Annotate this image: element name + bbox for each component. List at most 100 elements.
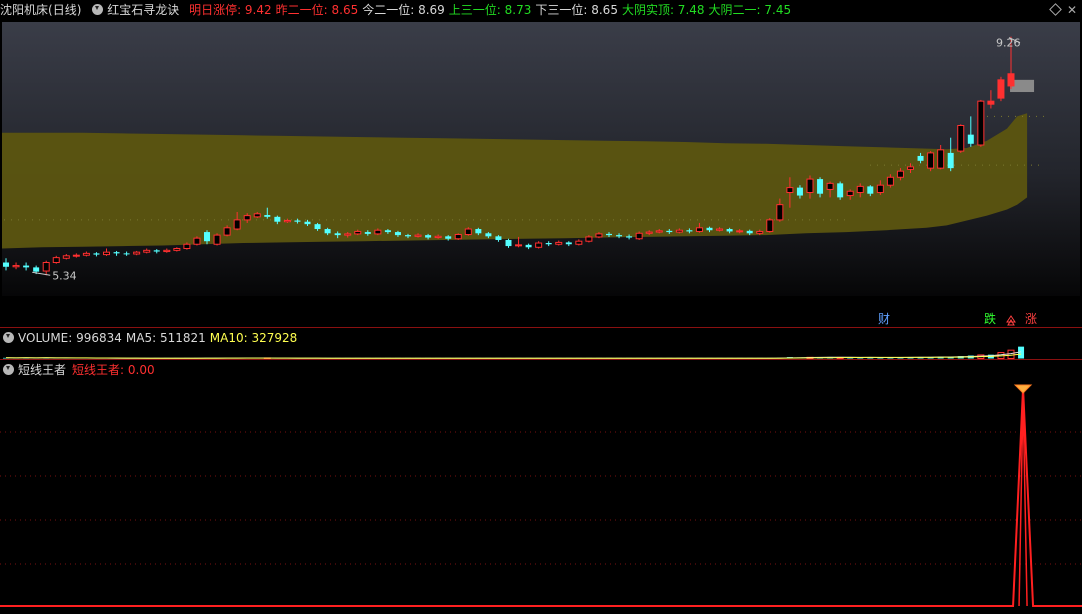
candle-body: [515, 244, 523, 247]
price-field-0: 明日涨停: 9.42: [189, 3, 272, 17]
candle-body: [12, 265, 20, 268]
candlestick-chart: 9.26 5.34 财 跌 涨: [2, 22, 1080, 326]
candle-body: [977, 100, 985, 146]
candle-body: [82, 252, 90, 256]
candle-body: [324, 229, 331, 234]
volume-field-2: MA10: 327928: [209, 331, 298, 345]
candle-body: [344, 233, 352, 236]
candle-body: [52, 257, 60, 264]
indicator-dropdown-icon[interactable]: [3, 364, 14, 375]
price-pane[interactable]: 沈阳机床(日线) 红宝石寻龙诀 明日涨停: 9.42 昨二一位: 8.65 今二一位…: [0, 0, 1082, 328]
candle-body: [525, 244, 532, 248]
candle-body: [766, 219, 774, 232]
candle-body: [535, 242, 543, 248]
indicator-name: 短线王者: [18, 363, 67, 377]
candle-body: [505, 239, 512, 247]
candle-body: [565, 242, 572, 245]
candle-body: [334, 233, 341, 236]
candle-body: [856, 185, 864, 193]
candle-body: [354, 230, 362, 235]
peak-marker-icon: [1013, 384, 1033, 394]
candle-body: [405, 235, 411, 237]
candle-body: [806, 178, 814, 193]
indicator-line: [0, 387, 1082, 607]
candle-body: [756, 230, 764, 234]
volume-pane[interactable]: VOLUME: 996834 MA5: 511821 MA10: 327928: [0, 328, 1082, 360]
candle-body: [103, 251, 110, 256]
candle-body: [434, 235, 442, 239]
indicator-field-0: 短线王者: 0.00: [72, 363, 155, 377]
candle-body: [113, 252, 120, 254]
candle-body: [786, 187, 794, 193]
candle-body: [655, 230, 663, 233]
candle-body: [294, 220, 301, 222]
price-field-1: 昨二一位: 8.65: [275, 3, 359, 17]
candle-body: [675, 229, 683, 233]
candle-body: [394, 232, 401, 236]
candle-body: [163, 249, 171, 253]
candle-body: [93, 253, 100, 255]
candle-body: [1007, 73, 1015, 87]
price-field-2: 今二一位: 8.69: [362, 3, 445, 17]
candle-body: [826, 182, 834, 190]
volume-field-0: VOLUME: 996834: [18, 331, 122, 345]
candle-body: [645, 231, 653, 234]
marker-2: 涨: [1025, 311, 1037, 326]
candle-body: [726, 229, 733, 232]
low-label: 5.34: [52, 269, 76, 282]
candle-body: [817, 179, 824, 194]
candle-body: [213, 234, 221, 245]
candle-body: [123, 253, 130, 255]
candle-body: [997, 79, 1005, 99]
marker-0: 财: [878, 312, 890, 326]
candle-body: [937, 149, 945, 169]
candle-body: [896, 170, 904, 178]
candle-body: [223, 227, 231, 236]
candle-body: [475, 229, 482, 234]
candle-body: [274, 216, 281, 222]
candle-body: [575, 240, 583, 245]
price-header: 沈阳机床(日线) 红宝石寻龙诀 明日涨停: 9.42 昨二一位: 8.65 今二一位…: [0, 0, 799, 20]
candle-body: [3, 262, 9, 267]
candle-body: [445, 236, 452, 239]
candle-body: [876, 184, 884, 193]
candle-body: [595, 233, 603, 238]
candle-body: [425, 235, 432, 238]
candle-body: [264, 215, 271, 217]
candle-body: [42, 262, 50, 272]
candle-body: [666, 230, 673, 233]
candle-body: [314, 224, 321, 230]
candle-body: [62, 255, 70, 259]
formula-dropdown-icon[interactable]: [92, 4, 104, 15]
candle-body: [454, 234, 462, 240]
indicator-pane[interactable]: 短线王者 短线王者: 0.00: [0, 360, 1082, 614]
volume-dropdown-icon[interactable]: [3, 332, 14, 343]
candle-body: [695, 227, 703, 232]
candle-body: [72, 254, 80, 257]
indicator-chart: [0, 384, 1082, 607]
formula-name: 红宝石寻龙诀: [107, 3, 180, 17]
candle-body: [485, 233, 492, 237]
price-field-3: 上三一位: 8.73: [448, 3, 532, 17]
candle-body: [606, 233, 612, 236]
price-fields: 明日涨停: 9.42 昨二一位: 8.65 今二一位: 8.69 上三一位: 8.73…: [189, 3, 795, 17]
candle-body: [384, 230, 391, 233]
candle-body: [133, 251, 141, 255]
candle-body: [243, 215, 251, 221]
period-label: (日线): [48, 3, 82, 17]
candle-body: [947, 152, 954, 169]
candle-body: [776, 204, 784, 221]
triangle-marker-icon: [1006, 315, 1016, 323]
candle-body: [193, 237, 201, 245]
candle-body: [153, 250, 160, 252]
candle-body: [364, 232, 371, 234]
candle-body: [464, 228, 472, 236]
candle-body: [837, 183, 844, 198]
candle-body: [716, 228, 724, 231]
candle-body: [917, 155, 924, 161]
candle-body: [283, 219, 291, 223]
high-label: 9.26: [996, 37, 1021, 50]
candle-body: [23, 265, 30, 268]
candle-body: [33, 267, 40, 272]
candle-body: [867, 186, 874, 194]
